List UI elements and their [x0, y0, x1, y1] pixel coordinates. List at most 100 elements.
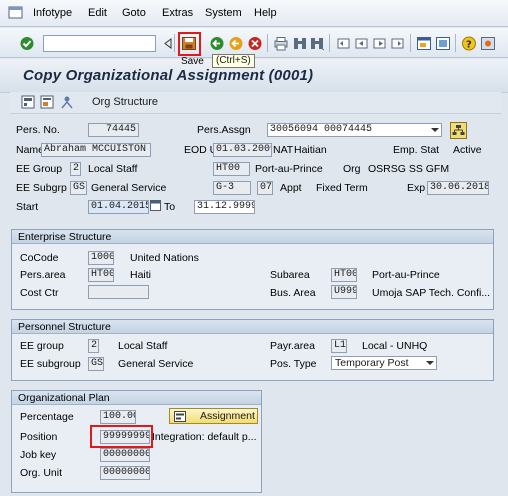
- new-session-icon[interactable]: [416, 36, 432, 51]
- shortcut-icon[interactable]: [435, 36, 451, 51]
- find-icon[interactable]: [292, 36, 308, 51]
- pers-assgn-dropdown[interactable]: 30056094 00074445: [267, 123, 442, 137]
- enter-check-icon[interactable]: [19, 36, 35, 51]
- eesubgroup-label: EE subgroup: [20, 358, 81, 370]
- menu-system[interactable]: System: [205, 7, 242, 19]
- pers-no-label: Pers. No.: [16, 124, 60, 136]
- pa-text: Port-au-Prince: [255, 163, 323, 175]
- pa-code-field[interactable]: HT00: [213, 162, 250, 176]
- chevron-down-icon: [431, 128, 439, 132]
- subarea-label: Subarea: [270, 269, 310, 281]
- exit-icon[interactable]: [228, 36, 244, 51]
- cancel-icon[interactable]: [247, 36, 263, 51]
- cocode-label: CoCode: [20, 252, 59, 264]
- eesubgroup-field[interactable]: GS: [88, 357, 104, 371]
- toolbar-separator: [174, 34, 175, 52]
- orgunit-label: Org. Unit: [20, 467, 63, 479]
- emp-stat-label: Emp. Stat: [393, 144, 440, 156]
- pers-assgn-value: 30056094 00074445: [270, 124, 373, 135]
- assignment-icon: [174, 411, 186, 422]
- person-icon[interactable]: [60, 95, 74, 109]
- nat-label: NAT: [273, 144, 294, 156]
- ee-group-text: Local Staff: [88, 163, 138, 175]
- ee-group-code[interactable]: 2: [70, 162, 81, 176]
- eegroup-label: EE group: [20, 340, 64, 352]
- menu-goto[interactable]: Goto: [122, 7, 146, 19]
- ee-group-label: EE Group: [16, 163, 63, 175]
- costctr-label: Cost Ctr: [20, 287, 59, 299]
- start-date-field[interactable]: 01.04.2015: [88, 200, 149, 214]
- postype-dropdown[interactable]: Temporary Post: [331, 356, 437, 370]
- ee-subgrp-code[interactable]: GS: [70, 181, 87, 195]
- position-text: Integration: default p...: [152, 431, 257, 443]
- save-tooltip-shortcut: (Ctrl+S): [212, 54, 255, 68]
- help-icon[interactable]: ?: [461, 36, 477, 51]
- emp-stat-value: Active: [453, 144, 482, 156]
- calendar-icon[interactable]: [150, 199, 162, 212]
- cocode-text: United Nations: [130, 252, 199, 264]
- back-icon[interactable]: [209, 36, 225, 51]
- assignment-button[interactable]: Assignment: [169, 408, 258, 424]
- previous-page-icon[interactable]: [354, 36, 370, 51]
- subarea-field[interactable]: HT00: [331, 268, 357, 282]
- nat-value: Haitian: [294, 144, 327, 156]
- appt-label: Appt: [280, 182, 302, 194]
- payrarea-label: Payr.area: [270, 340, 315, 352]
- cocode-field[interactable]: 1000: [88, 251, 114, 265]
- org-hierarchy-icon[interactable]: [450, 122, 467, 139]
- menu-infotype[interactable]: Infotype: [33, 7, 72, 19]
- first-page-icon[interactable]: [336, 36, 352, 51]
- name-field[interactable]: Abraham MCCUISTON: [41, 143, 151, 157]
- jobkey-field[interactable]: 00000000: [100, 448, 150, 462]
- busarea-field[interactable]: U999: [331, 285, 357, 299]
- to-label: To: [164, 201, 176, 213]
- sap-menu-icon[interactable]: [8, 5, 24, 20]
- postype-label: Pos. Type: [270, 358, 317, 370]
- last-page-icon[interactable]: [390, 36, 406, 51]
- details-icon[interactable]: [40, 95, 54, 109]
- customize-layout-icon[interactable]: [480, 36, 496, 51]
- percentage-field[interactable]: 100.00: [100, 410, 136, 424]
- menu-help[interactable]: Help: [254, 7, 277, 19]
- menu-extras[interactable]: Extras: [162, 7, 193, 19]
- application-toolbar: [10, 92, 501, 114]
- postype-value: Temporary Post: [335, 357, 409, 369]
- find-next-icon[interactable]: [309, 36, 325, 51]
- payrarea-field[interactable]: L1: [331, 339, 347, 353]
- ee-subgrp-label: EE Subgrp: [16, 182, 67, 194]
- toolbar-separator: [267, 34, 268, 52]
- assignment-button-label: Assignment: [200, 410, 255, 422]
- position-label: Position: [20, 431, 58, 443]
- menu-edit[interactable]: Edit: [88, 7, 107, 19]
- eesubgroup-text: General Service: [118, 358, 194, 370]
- eod-field[interactable]: 01.03.2009: [213, 143, 272, 157]
- persarea-label: Pers.area: [20, 269, 66, 281]
- organizational-plan-title: Organizational Plan: [12, 391, 261, 405]
- next-page-icon[interactable]: [372, 36, 388, 51]
- busarea-label: Bus. Area: [270, 287, 316, 299]
- save-highlight-box: [178, 32, 201, 56]
- payrarea-text: Local - UNHQ: [362, 340, 428, 352]
- org-label: Org: [343, 163, 361, 175]
- org-structure-button[interactable]: Org Structure: [92, 96, 158, 108]
- grade-field[interactable]: G-3: [213, 181, 251, 195]
- orgunit-field[interactable]: 00000000: [100, 466, 150, 480]
- persarea-field[interactable]: HT00: [88, 268, 114, 282]
- eegroup-field[interactable]: 2: [88, 339, 99, 353]
- toolbar-separator: [329, 34, 330, 52]
- chevron-down-icon: [426, 361, 434, 365]
- print-icon[interactable]: [273, 36, 289, 51]
- name-label: Name: [16, 144, 45, 156]
- overview-icon[interactable]: [21, 95, 35, 109]
- end-date-field[interactable]: 31.12.9999: [194, 200, 255, 214]
- exp-field[interactable]: 30.06.2018: [427, 181, 489, 195]
- pers-no-field[interactable]: 74445: [88, 123, 139, 137]
- percentage-label: Percentage: [20, 411, 74, 423]
- step-field[interactable]: 07: [257, 181, 273, 195]
- ee-subgrp-text: General Service: [91, 182, 167, 194]
- costctr-field[interactable]: [88, 285, 149, 299]
- command-field[interactable]: [43, 35, 156, 52]
- persarea-text: Haiti: [130, 269, 152, 281]
- enterprise-structure-title: Enterprise Structure: [12, 230, 493, 244]
- busarea-text: Umoja SAP Tech. Confi...: [372, 287, 491, 299]
